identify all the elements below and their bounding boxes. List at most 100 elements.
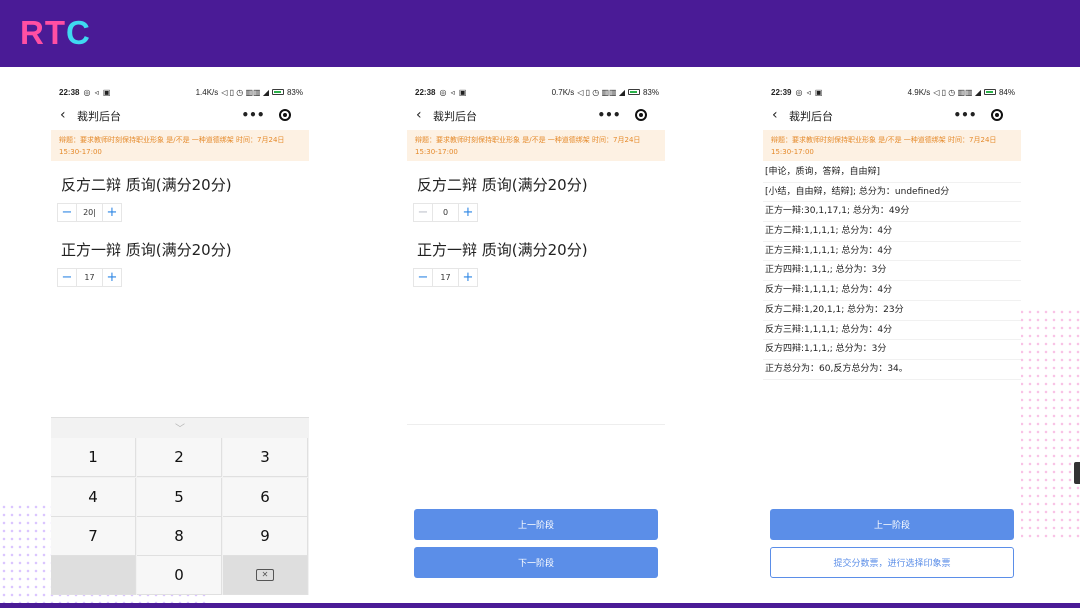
summary-line: 反方三辩:1,1,1,1; 总分为：4分 [763,321,1021,341]
summary-line: [申论，质询，答辩，自由辩] [763,163,1021,183]
presentation-header-bar: RTC [0,0,1080,67]
network-speed: 4.9K/s [907,87,931,97]
more-menu-icon[interactable]: ••• [949,108,981,122]
score-input[interactable]: 17 [432,269,459,286]
increment-button[interactable]: + [459,204,477,221]
delete-key[interactable]: ✕ [223,556,308,595]
key-blank [51,556,136,595]
status-time: 22:38 [415,87,436,97]
battery-level: 83% [642,87,659,97]
score-item-title: 反方二辩 质询(满分20分) [61,176,232,194]
key-0[interactable]: 0 [137,556,222,595]
battery-level: 83% [286,87,303,97]
summary-line: 正方一辩:30,1,17,1; 总分为：49分 [763,202,1021,223]
increment-button[interactable]: + [103,269,121,286]
miniprogram-capsule: ••• [949,104,1013,126]
page-title: 裁判后台 [77,110,121,123]
key-5[interactable]: 5 [137,478,222,517]
increment-button[interactable]: + [459,269,477,286]
more-menu-icon[interactable]: ••• [237,108,269,122]
key-1[interactable]: 1 [51,438,136,477]
page-title: 裁判后台 [433,110,477,123]
battery-icon [983,89,996,95]
score-item-title: 正方一辩 质询(满分20分) [417,241,588,259]
score-stepper: − 20| + [57,203,122,222]
phone-screenshot-2: 22:38 ◎ ◃ ▣ 0.7K/s ◁ ▯ ◷ ▥▥ ◢ 83% ‹ 裁判后台… [407,80,665,595]
signal-icons: ◁ ▯ ◷ ▥▥ ◢ [221,87,269,97]
network-speed: 0.7K/s [551,87,575,97]
back-arrow-icon[interactable]: ‹ [416,107,422,123]
score-input[interactable]: 17 [76,269,103,286]
key-7[interactable]: 7 [51,517,136,556]
nav-bar: ‹ 裁判后台 ••• [407,104,665,126]
summary-line: 正方三辩:1,1,1,1; 总分为：4分 [763,242,1021,262]
close-target-icon[interactable] [981,109,1013,121]
score-summary-list: [申论，质询，答辩，自由辩] [小结，自由辩，结辩]; 总分为：undefine… [763,163,1021,380]
topic-notice: 辩题：要求教师时刻保持职业形象 是/不是 一种道德绑架 时间：7月24日 15:… [51,130,309,161]
key-9[interactable]: 9 [223,517,308,556]
score-input[interactable]: 20| [76,204,103,221]
submit-score-button[interactable]: 提交分数票，进行选择印象票 [770,547,1014,578]
summary-line: 正方二辩:1,1,1,1; 总分为：4分 [763,222,1021,242]
backspace-icon: ✕ [256,569,274,581]
close-target-icon[interactable] [625,109,657,121]
key-8[interactable]: 8 [137,517,222,556]
topic-notice: 辩题：要求教师时刻保持职业形象 是/不是 一种道德绑架 时间：7月24日 15:… [763,130,1021,161]
key-4[interactable]: 4 [51,478,136,517]
key-3[interactable]: 3 [223,438,308,477]
summary-line: 正方四辩:1,1,1,; 总分为：3分 [763,261,1021,282]
status-bar: 22:38 ◎ ◃ ▣ 1.4K/s ◁ ▯ ◷ ▥▥ ◢ 83% [59,86,303,98]
score-input[interactable]: 0 [432,204,459,221]
notification-icons: ◎ ◃ ▣ [795,87,824,97]
miniprogram-capsule: ••• [237,104,301,126]
numeric-keyboard: ﹀ 1 2 3 4 5 6 7 8 9 0 ✕ [51,417,309,595]
topic-notice: 辩题：要求教师时刻保持职业形象 是/不是 一种道德绑架 时间：7月24日 15:… [407,130,665,161]
score-stepper: − 0 + [413,203,478,222]
close-target-icon[interactable] [269,109,301,121]
score-stepper: − 17 + [413,268,478,287]
key-2[interactable]: 2 [137,438,222,477]
back-arrow-icon[interactable]: ‹ [772,107,778,123]
status-bar: 22:38 ◎ ◃ ▣ 0.7K/s ◁ ▯ ◷ ▥▥ ◢ 83% [415,86,659,98]
decrement-button[interactable]: − [414,204,432,221]
signal-icons: ◁ ▯ ◷ ▥▥ ◢ [933,87,981,97]
phone-screenshot-3: 22:39 ◎ ◃ ▣ 4.9K/s ◁ ▯ ◷ ▥▥ ◢ 84% ‹ 裁判后台… [763,80,1021,595]
page-title: 裁判后台 [789,110,833,123]
miniprogram-capsule: ••• [593,104,657,126]
back-arrow-icon[interactable]: ‹ [60,107,66,123]
phone-screenshot-1: 22:38 ◎ ◃ ▣ 1.4K/s ◁ ▯ ◷ ▥▥ ◢ 83% ‹ 裁判后台… [51,80,309,595]
increment-button[interactable]: + [103,204,121,221]
score-item-title: 正方一辩 质询(满分20分) [61,241,232,259]
decrement-button[interactable]: − [414,269,432,286]
more-menu-icon[interactable]: ••• [593,108,625,122]
battery-icon [271,89,284,95]
status-bar: 22:39 ◎ ◃ ▣ 4.9K/s ◁ ▯ ◷ ▥▥ ◢ 84% [771,86,1015,98]
notification-icons: ◎ ◃ ▣ [83,87,112,97]
next-stage-button[interactable]: 下一阶段 [414,547,658,578]
rtc-logo: RTC [20,14,91,51]
summary-line: 反方四辩:1,1,1,; 总分为：3分 [763,340,1021,360]
summary-line: [小结，自由辩，结辩]; 总分为：undefined分 [763,183,1021,203]
divider [407,424,665,425]
summary-total-line: 正方总分为：60,反方总分为：34。 [763,360,1021,380]
network-speed: 1.4K/s [195,87,219,97]
status-time: 22:38 [59,87,80,97]
decrement-button[interactable]: − [58,269,76,286]
score-stepper: − 17 + [57,268,122,287]
summary-line: 反方一辩:1,1,1,1; 总分为：4分 [763,281,1021,301]
summary-line: 反方二辩:1,20,1,1; 总分为：23分 [763,301,1021,321]
nav-bar: ‹ 裁判后台 ••• [51,104,309,126]
notification-icons: ◎ ◃ ▣ [439,87,468,97]
collapse-keyboard-icon[interactable]: ﹀ [51,420,309,435]
prev-stage-button[interactable]: 上一阶段 [414,509,658,540]
prev-stage-button[interactable]: 上一阶段 [770,509,1014,540]
signal-icons: ◁ ▯ ◷ ▥▥ ◢ [577,87,625,97]
battery-icon [627,89,640,95]
edge-handle [1074,462,1080,484]
decrement-button[interactable]: − [58,204,76,221]
key-6[interactable]: 6 [223,478,308,517]
status-time: 22:39 [771,87,792,97]
score-item-title: 反方二辩 质询(满分20分) [417,176,588,194]
nav-bar: ‹ 裁判后台 ••• [763,104,1021,126]
battery-level: 84% [998,87,1015,97]
